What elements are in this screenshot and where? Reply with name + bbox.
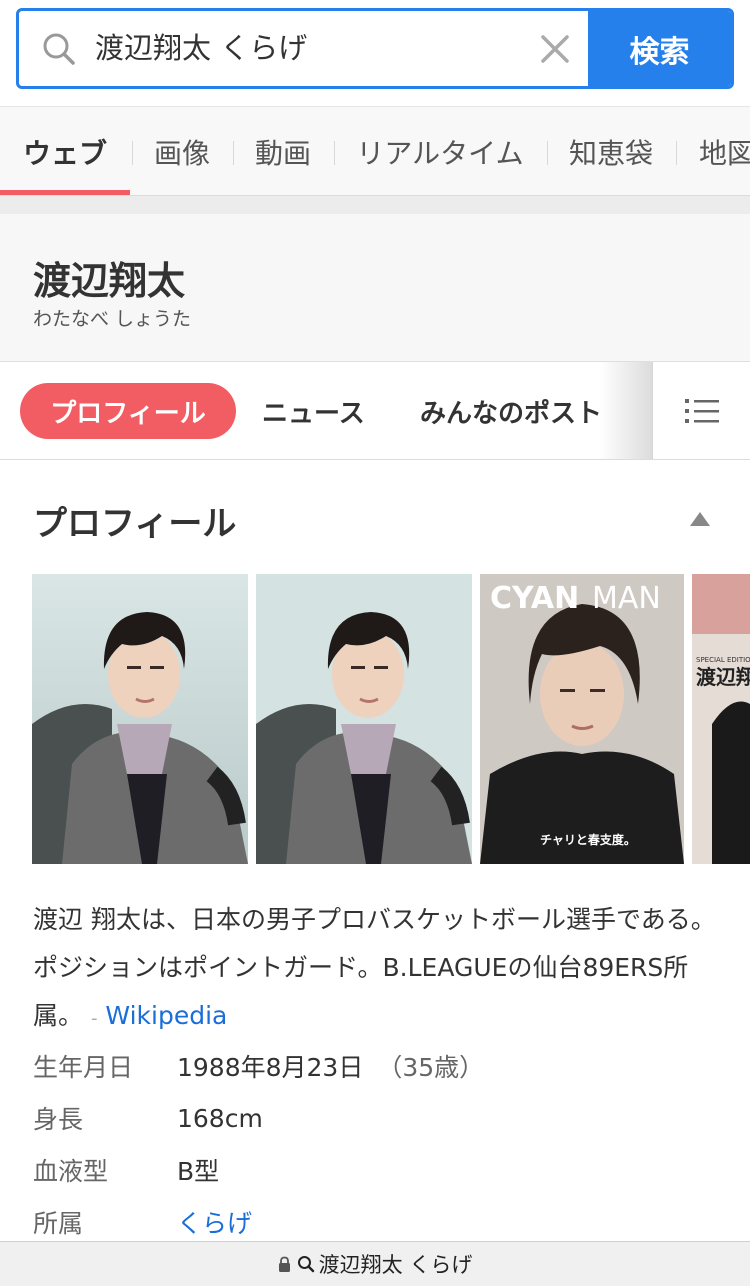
search-type-tabs: ウェブ 画像 動画 リアルタイム 知恵袋 地図 — [0, 106, 750, 196]
fact-value: B型 — [177, 1157, 220, 1186]
active-tab-indicator — [0, 190, 130, 195]
tab-realtime[interactable]: リアルタイム — [335, 107, 545, 195]
search-button[interactable]: 検索 — [588, 11, 731, 86]
clear-icon[interactable] — [537, 31, 573, 67]
tab-videos[interactable]: 動画 — [234, 107, 332, 195]
portrait-image — [256, 574, 472, 864]
collapse-triangle-icon[interactable] — [690, 512, 710, 526]
browser-url-bar[interactable]: 渡辺翔太 くらげ — [0, 1241, 750, 1286]
search-icon — [43, 33, 75, 65]
entity-description: 渡辺 翔太は、日本の男子プロバスケットボール選手である。ポジションはポイントガー… — [33, 896, 723, 1043]
magazine-cover-image: CYAN MAN チャリと春支度。 — [480, 574, 684, 864]
search-box[interactable]: 渡辺翔太 くらげ 検索 — [16, 8, 734, 89]
entity-reading: わたなべ しょうた — [33, 308, 192, 330]
image-carousel[interactable]: CYAN MAN チャリと春支度。 SPECIAL EDITION 渡辺翔 — [32, 574, 750, 864]
profile-image-3[interactable]: CYAN MAN チャリと春支度。 — [480, 574, 684, 864]
birthdate-value: 1988年8月23日 — [177, 1053, 364, 1082]
fact-label: 所属 — [33, 1209, 84, 1238]
search-header: 渡辺翔太 くらげ 検索 — [0, 0, 750, 106]
tab-images[interactable]: 画像 — [133, 107, 231, 195]
cover-title-light: MAN — [592, 581, 661, 616]
portrait-image — [32, 574, 248, 864]
fact-row-blood-type: 血液型 B型 — [33, 1144, 723, 1196]
section-gap — [0, 196, 750, 214]
fact-row-birthdate: 生年月日 1988年8月23日 （35歳） — [33, 1040, 723, 1092]
source-separator: - — [90, 1008, 98, 1029]
scroll-fade — [600, 362, 652, 459]
profile-image-1[interactable] — [32, 574, 248, 864]
cover-text: 渡辺翔 — [696, 665, 750, 689]
subtab-menu-button[interactable] — [652, 362, 750, 459]
fact-label: 生年月日 — [33, 1053, 134, 1082]
profile-image-2[interactable] — [256, 574, 472, 864]
fact-label: 血液型 — [33, 1157, 109, 1186]
fact-value: 168cm — [177, 1103, 263, 1133]
knowledge-subtabs: プロフィール ニュース みんなのポスト — [0, 362, 750, 460]
affiliation-link[interactable]: くらげ — [177, 1204, 252, 1240]
age-value: （35歳） — [377, 1053, 485, 1082]
section-title: プロフィール — [33, 504, 237, 544]
search-icon — [297, 1256, 314, 1273]
knowledge-panel-header: 渡辺翔太 わたなべ しょうた — [0, 214, 750, 362]
wikipedia-link[interactable]: Wikipedia — [105, 1001, 227, 1030]
tab-map[interactable]: 地図 — [677, 107, 750, 195]
facts-table: 生年月日 1988年8月23日 （35歳） 身長 168cm 血液型 B型 所属 … — [33, 1040, 723, 1248]
tab-web[interactable]: ウェブ — [0, 107, 130, 195]
cover-title-bold: CYAN — [490, 581, 579, 616]
subtab-posts[interactable]: みんなのポスト — [420, 383, 602, 439]
fact-row-height: 身長 168cm — [33, 1092, 723, 1144]
search-input[interactable]: 渡辺翔太 くらげ — [95, 11, 515, 86]
cover-caption: チャリと春支度。 — [540, 832, 636, 847]
subtab-news[interactable]: ニュース — [262, 383, 365, 439]
tab-chiebukuro[interactable]: 知恵袋 — [548, 107, 674, 195]
url-text: 渡辺翔太 くらげ — [318, 1253, 473, 1277]
entity-title: 渡辺翔太 — [33, 259, 186, 303]
magazine-cover-image: SPECIAL EDITION 渡辺翔 — [692, 574, 750, 864]
fact-value: 1988年8月23日 （35歳） — [177, 1048, 484, 1084]
list-icon — [684, 398, 719, 423]
fact-label: 身長 — [33, 1105, 84, 1134]
profile-image-4[interactable]: SPECIAL EDITION 渡辺翔 — [692, 574, 750, 864]
subtab-profile[interactable]: プロフィール — [20, 383, 236, 439]
cover-sub: SPECIAL EDITION — [696, 656, 750, 664]
lock-icon — [278, 1256, 290, 1272]
